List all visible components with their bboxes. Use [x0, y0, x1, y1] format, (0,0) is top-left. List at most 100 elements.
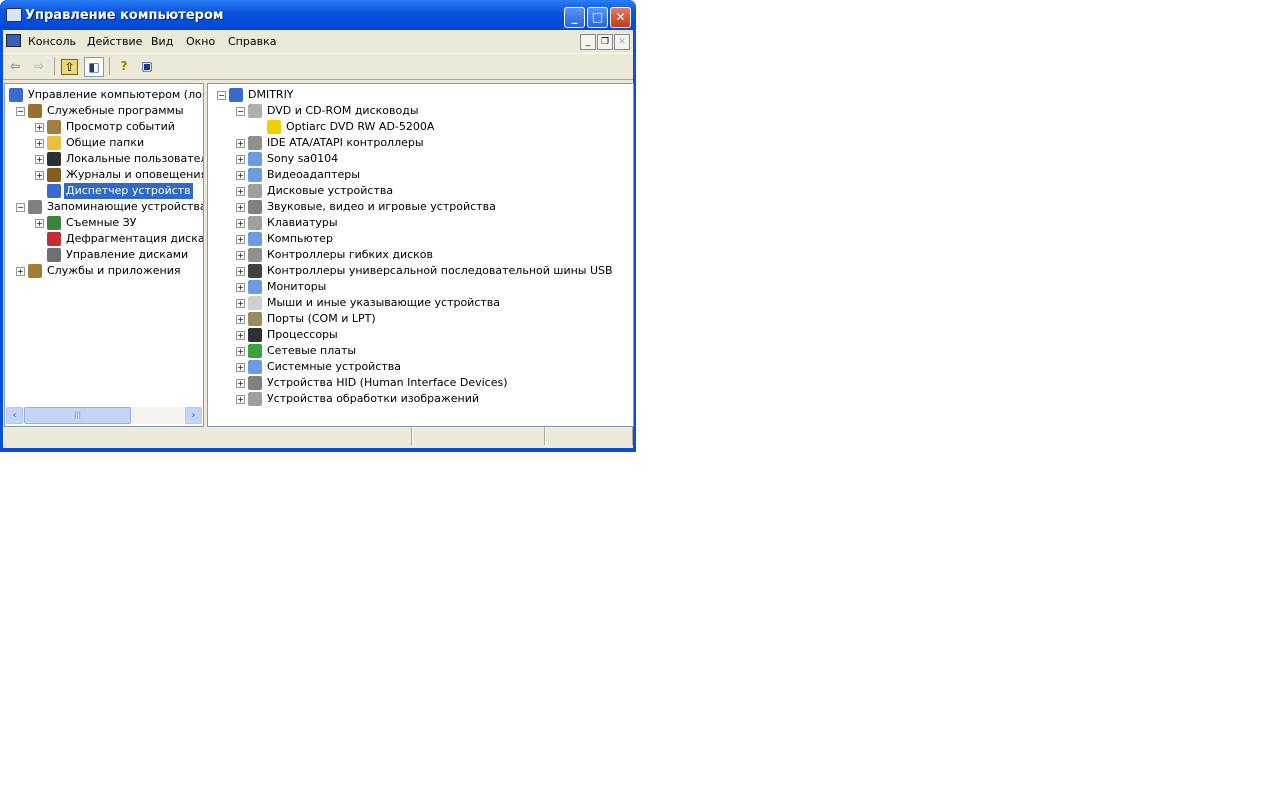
computer-icon	[229, 88, 243, 102]
status-cell	[412, 427, 545, 445]
tree-item[interactable]: + Sony sa0104	[208, 151, 633, 167]
expand-icon[interactable]: +	[236, 155, 245, 164]
menu-window[interactable]: Окно	[186, 35, 215, 48]
menu-console[interactable]: Консоль	[28, 35, 76, 48]
tree-item[interactable]: + Общие папки	[5, 135, 203, 151]
storage-icon	[28, 200, 42, 214]
tree-item-label: Sony sa0104	[267, 152, 339, 165]
tree-item-label: Дисковые устройства	[267, 184, 394, 197]
tree-item-label: Сетевые платы	[267, 344, 357, 357]
expand-icon[interactable]: +	[236, 283, 245, 292]
tree-item-label: DMITRIY	[248, 88, 294, 101]
title-bar[interactable]: Управление компьютером _ □ ✕	[0, 0, 636, 30]
menu-action[interactable]: Действие	[87, 35, 142, 48]
tree-item[interactable]: Optiarc DVD RW AD-5200A	[208, 119, 633, 135]
expand-icon[interactable]: +	[236, 251, 245, 260]
horizontal-scrollbar[interactable]: ‹ ||| ›	[6, 407, 202, 424]
tree-item[interactable]: − DVD и CD-ROM дисководы	[208, 103, 633, 119]
tree-item[interactable]: + Системные устройства	[208, 359, 633, 375]
tree-item[interactable]: − DMITRIY	[208, 87, 633, 103]
minimize-button[interactable]: _	[564, 7, 585, 28]
child-restore-button[interactable]: ❐	[597, 34, 613, 50]
tree-item[interactable]: Управление дисками	[5, 247, 203, 263]
expand-icon[interactable]: +	[236, 139, 245, 148]
scroll-thumb[interactable]: |||	[24, 407, 131, 424]
expand-icon[interactable]: +	[236, 363, 245, 372]
expand-icon[interactable]: +	[236, 331, 245, 340]
expand-icon[interactable]: +	[236, 299, 245, 308]
expand-icon[interactable]: +	[35, 219, 44, 228]
tree-item-label: Контроллеры гибких дисков	[267, 248, 434, 261]
tree-item[interactable]: − Служебные программы	[5, 103, 203, 119]
defrag-icon	[47, 232, 61, 246]
tree-item[interactable]: + Процессоры	[208, 327, 633, 343]
menu-view[interactable]: Вид	[151, 35, 173, 48]
expand-icon[interactable]: +	[236, 395, 245, 404]
child-minimize-button[interactable]: _	[580, 34, 596, 50]
computer-icon	[9, 88, 23, 102]
expand-icon[interactable]: +	[35, 171, 44, 180]
expand-icon[interactable]: +	[16, 267, 25, 276]
expand-icon[interactable]: +	[236, 315, 245, 324]
back-arrow-icon[interactable]: ⇦	[6, 57, 24, 75]
users-icon	[47, 152, 61, 166]
console-icon[interactable]	[6, 34, 21, 47]
tree-item[interactable]: + Устройства обработки изображений	[208, 391, 633, 407]
tree-item[interactable]: + Службы и приложения	[5, 263, 203, 279]
menu-help[interactable]: Справка	[228, 35, 276, 48]
maximize-button[interactable]: □	[587, 7, 608, 28]
tree-item[interactable]: − Запоминающие устройства	[5, 199, 203, 215]
tree-item[interactable]: + Порты (COM и LPT)	[208, 311, 633, 327]
expand-icon[interactable]: +	[236, 203, 245, 212]
collapse-icon[interactable]: −	[217, 91, 226, 100]
tree-item[interactable]: + Дисковые устройства	[208, 183, 633, 199]
tree-item[interactable]: Диспетчер устройств	[5, 183, 203, 199]
tree-item-label: IDE ATA/ATAPI контроллеры	[267, 136, 424, 149]
expand-icon[interactable]: +	[236, 267, 245, 276]
tree-item-label: Звуковые, видео и игровые устройства	[267, 200, 496, 213]
expand-icon[interactable]: +	[236, 347, 245, 356]
tree-item[interactable]: + Контроллеры универсальной последователь…	[208, 263, 633, 279]
tree-item[interactable]: + Видеоадаптеры	[208, 167, 633, 183]
tree-item[interactable]: + Звуковые, видео и игровые устройства	[208, 199, 633, 215]
cdrom-icon	[248, 104, 262, 118]
tree-item[interactable]: + Компьютер	[208, 231, 633, 247]
tree-item-label: Съемные ЗУ	[66, 216, 137, 229]
expand-icon[interactable]: +	[236, 187, 245, 196]
show-hide-tree-icon[interactable]: ◧	[84, 57, 104, 77]
tree-item[interactable]: + Локальные пользователи	[5, 151, 203, 167]
tree-item[interactable]: + Сетевые платы	[208, 343, 633, 359]
collapse-icon[interactable]: −	[16, 203, 25, 212]
tree-item[interactable]: + Устройства HID (Human Interface Devices…	[208, 375, 633, 391]
expand-icon[interactable]: +	[35, 155, 44, 164]
window-title: Управление компьютером	[25, 8, 224, 23]
computer-icon	[248, 232, 262, 246]
mouse-icon	[248, 296, 262, 310]
tree-item[interactable]: + Мыши и иные указывающие устройства	[208, 295, 633, 311]
tree-item[interactable]: + Мониторы	[208, 279, 633, 295]
collapse-icon[interactable]: −	[16, 107, 25, 116]
expand-icon[interactable]: +	[236, 235, 245, 244]
properties-pane-icon[interactable]: ▣	[138, 57, 156, 75]
expand-icon[interactable]: +	[236, 379, 245, 388]
tree-item[interactable]: + Съемные ЗУ	[5, 215, 203, 231]
collapse-icon[interactable]: −	[236, 107, 245, 116]
help-icon[interactable]: ?	[115, 57, 133, 75]
tree-item[interactable]: + Журналы и оповещения производительности	[5, 167, 203, 183]
expand-icon[interactable]: +	[236, 219, 245, 228]
tree-item[interactable]: + Контроллеры гибких дисков	[208, 247, 633, 263]
child-close-button[interactable]: ✕	[614, 34, 630, 50]
expand-icon[interactable]: +	[236, 171, 245, 180]
tree-item[interactable]: Дефрагментация диска	[5, 231, 203, 247]
forward-arrow-icon[interactable]: ⇨	[30, 57, 48, 75]
scroll-right-button[interactable]: ›	[185, 407, 202, 424]
tree-item[interactable]: + Просмотр событий	[5, 119, 203, 135]
expand-icon[interactable]: +	[35, 123, 44, 132]
expand-icon[interactable]: +	[35, 139, 44, 148]
tree-item[interactable]: + Клавиатуры	[208, 215, 633, 231]
up-level-icon[interactable]: ⇧	[61, 59, 78, 75]
close-button[interactable]: ✕	[610, 7, 631, 28]
tree-item[interactable]: + IDE ATA/ATAPI контроллеры	[208, 135, 633, 151]
scroll-left-button[interactable]: ‹	[6, 407, 23, 424]
tree-item[interactable]: Управление компьютером (локальный)	[5, 87, 203, 103]
